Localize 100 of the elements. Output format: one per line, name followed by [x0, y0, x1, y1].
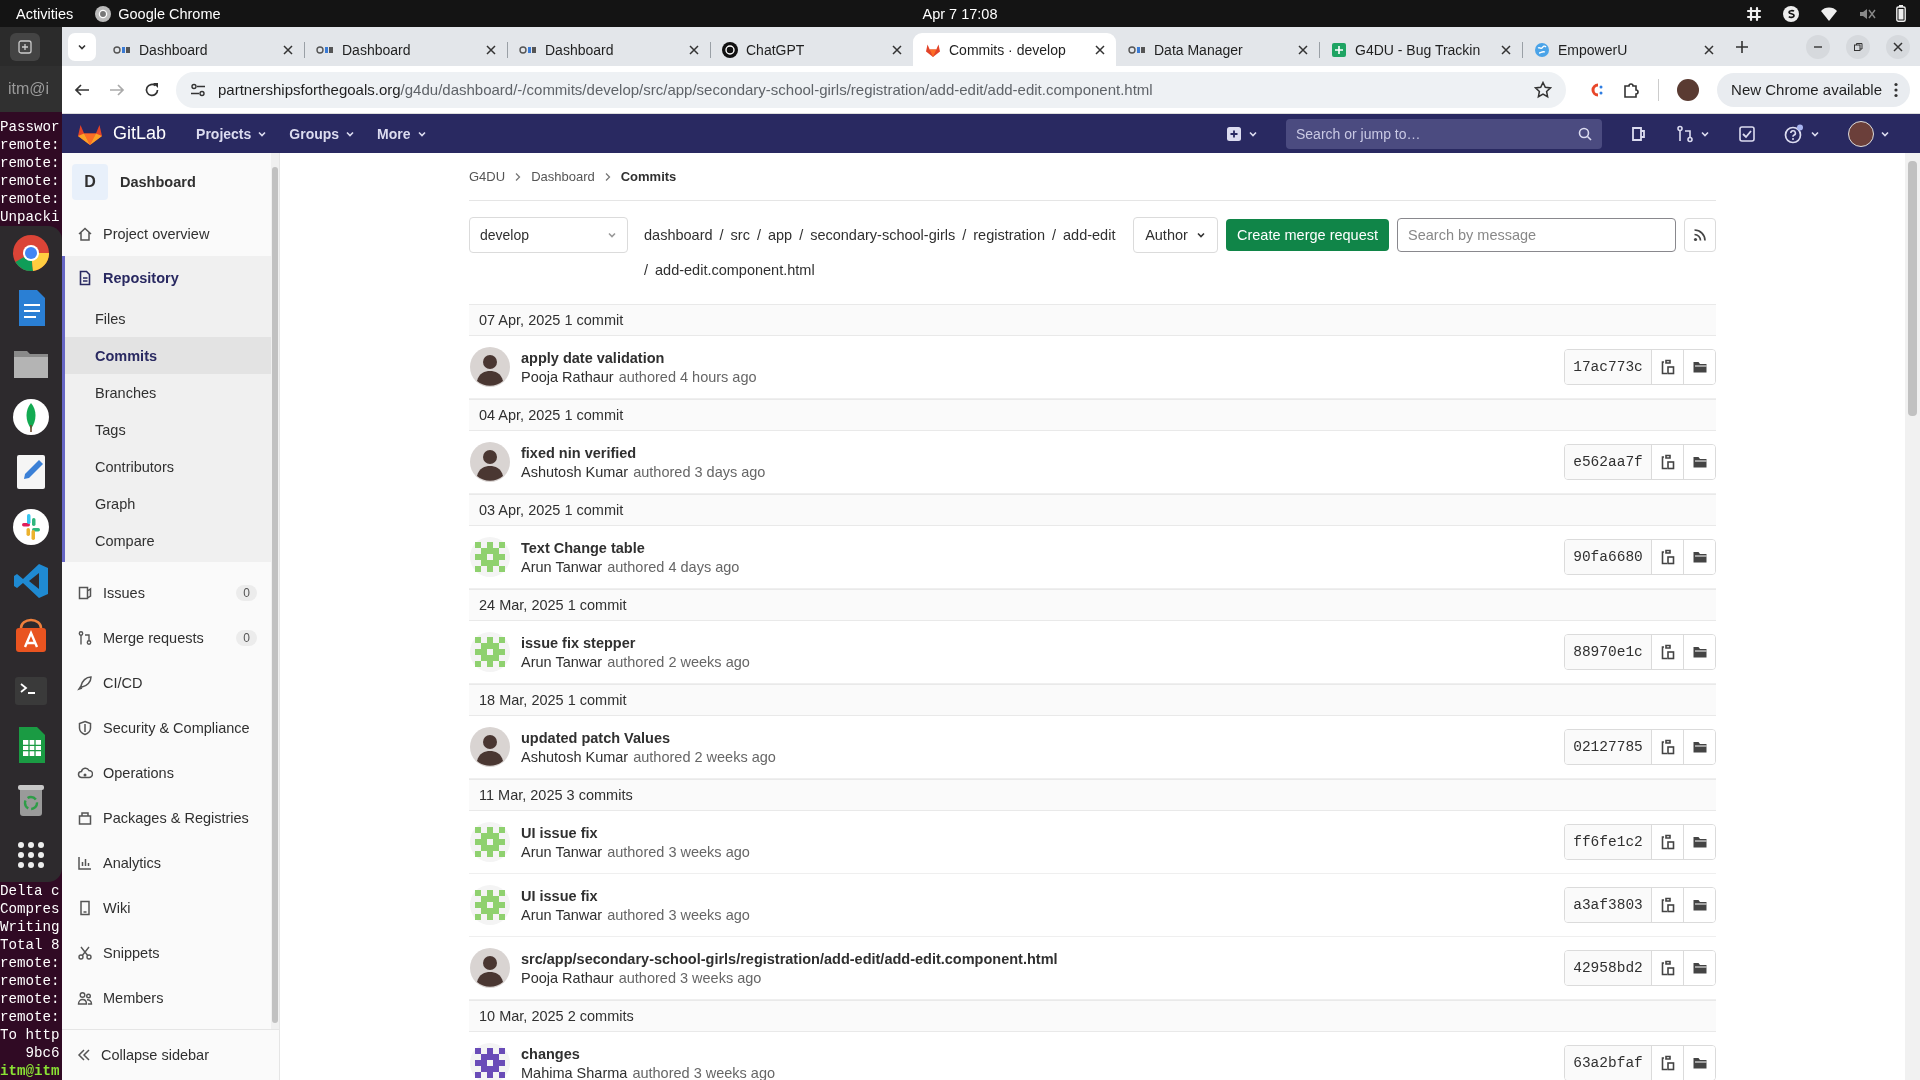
- author-link[interactable]: Arun Tanwar: [521, 907, 603, 923]
- star-icon[interactable]: [1534, 80, 1553, 99]
- breadcrumb-link[interactable]: Dashboard: [531, 169, 595, 184]
- author-link[interactable]: Ashutosh Kumar: [521, 464, 629, 480]
- commit-sha[interactable]: 88970e1c: [1565, 635, 1651, 669]
- browse-files-button[interactable]: [1683, 445, 1715, 479]
- commit-title[interactable]: changes: [521, 1046, 1553, 1062]
- nav-menu[interactable]: Groups: [289, 125, 356, 142]
- sidebar-item[interactable]: Wiki: [62, 885, 271, 930]
- commit-title[interactable]: updated patch Values: [521, 730, 1553, 746]
- search-field[interactable]: Search or jump to…: [1286, 118, 1602, 149]
- sidebar-subitem[interactable]: Files: [65, 300, 271, 337]
- browse-files-button[interactable]: [1683, 1046, 1715, 1080]
- author-link[interactable]: Pooja Rathaur: [521, 369, 614, 385]
- search-icon[interactable]: [1578, 126, 1592, 141]
- merge-requests-button[interactable]: [1676, 124, 1710, 143]
- commit-title[interactable]: Text Change table: [521, 540, 1553, 556]
- checklist-icon[interactable]: [1738, 124, 1756, 143]
- browse-files-button[interactable]: [1683, 888, 1715, 922]
- scrollbar-thumb[interactable]: [272, 167, 278, 1023]
- author-dropdown[interactable]: Author: [1133, 217, 1218, 253]
- sidebar-item[interactable]: Operations: [62, 750, 271, 795]
- breadcrumb-link[interactable]: G4DU: [469, 169, 506, 184]
- commit-sha[interactable]: a3af3803: [1565, 888, 1651, 922]
- minimize-button[interactable]: [1806, 34, 1830, 59]
- puzzle-icon[interactable]: [1622, 80, 1641, 99]
- path-link[interactable]: add-edit.component.html: [655, 259, 815, 281]
- create-merge-request-button[interactable]: Create merge request: [1226, 219, 1389, 251]
- sidebar-item[interactable]: CI/CD: [62, 660, 271, 705]
- project-name[interactable]: Dashboard: [120, 174, 196, 190]
- close-icon[interactable]: [1094, 43, 1106, 56]
- path-link[interactable]: dashboard: [644, 224, 713, 246]
- sidebar-item[interactable]: Project overview: [62, 211, 271, 256]
- sidebar-item[interactable]: Snippets: [62, 930, 271, 975]
- breadcrumb-link[interactable]: Commits: [620, 169, 677, 184]
- sidebar-item[interactable]: Merge requests 0: [62, 615, 271, 660]
- new-tab-icon[interactable]: [1735, 39, 1749, 54]
- browser-tab[interactable]: Dashboard: [304, 33, 507, 66]
- todo-icon[interactable]: [1630, 124, 1648, 143]
- browser-tab[interactable]: Commits · develop: [913, 33, 1116, 66]
- path-link[interactable]: app: [767, 224, 793, 246]
- browse-files-button[interactable]: [1683, 825, 1715, 859]
- path-link[interactable]: registration: [973, 224, 1045, 246]
- activities-button[interactable]: Activities: [16, 5, 74, 22]
- sidebar-item[interactable]: Issues 0: [62, 570, 271, 615]
- commit-title[interactable]: fixed nin verified: [521, 445, 1553, 461]
- close-icon[interactable]: [1297, 43, 1309, 56]
- close-icon[interactable]: [485, 43, 497, 56]
- new-tab-button[interactable]: [10, 32, 40, 61]
- browser-tab[interactable]: Data Manager: [1116, 33, 1319, 66]
- commit-sha[interactable]: e562aa7f: [1565, 445, 1651, 479]
- rss-button[interactable]: [1684, 218, 1716, 252]
- nav-menu[interactable]: Projects: [196, 125, 268, 142]
- sidebar-item[interactable]: Analytics: [62, 840, 271, 885]
- author-link[interactable]: Arun Tanwar: [521, 559, 603, 575]
- browse-files-button[interactable]: [1683, 540, 1715, 574]
- close-icon[interactable]: [282, 43, 294, 56]
- profile-avatar[interactable]: [1677, 78, 1700, 101]
- commit-sha[interactable]: 63a2bfaf: [1565, 1046, 1651, 1080]
- collapse-sidebar-button[interactable]: Collapse sidebar: [62, 1029, 279, 1080]
- author-link[interactable]: Pooja Rathaur: [521, 970, 614, 986]
- path-link[interactable]: src: [730, 224, 750, 246]
- author-link[interactable]: Ashutosh Kumar: [521, 749, 629, 765]
- close-icon[interactable]: [688, 43, 700, 56]
- update-button[interactable]: New Chrome available: [1717, 72, 1910, 107]
- branch-dropdown[interactable]: develop: [469, 217, 628, 253]
- browser-icon[interactable]: [95, 5, 112, 22]
- sidebar-item[interactable]: Members: [62, 975, 271, 1020]
- author-link[interactable]: Arun Tanwar: [521, 844, 603, 860]
- commit-sha[interactable]: ff6fe1c2: [1565, 825, 1651, 859]
- sidebar-subitem[interactable]: Tags: [65, 411, 271, 448]
- browse-files-button[interactable]: [1683, 350, 1715, 384]
- sidebar-item[interactable]: Repository: [65, 256, 271, 300]
- battery-icon[interactable]: [1896, 5, 1906, 22]
- nav-menu[interactable]: More: [377, 125, 427, 142]
- site-info-icon[interactable]: [190, 81, 206, 98]
- author-link[interactable]: Mahima Sharma: [521, 1065, 628, 1080]
- browser-icon[interactable]: [11, 233, 51, 274]
- path-link[interactable]: add-edit: [1063, 224, 1116, 246]
- close-icon[interactable]: [1703, 43, 1715, 56]
- wifi-icon[interactable]: [1820, 5, 1838, 22]
- commit-sha[interactable]: 42958bd2: [1565, 951, 1651, 985]
- leaf-icon[interactable]: [11, 397, 51, 438]
- close-button[interactable]: [1886, 34, 1910, 59]
- sidebar-item[interactable]: Packages & Registries: [62, 795, 271, 840]
- commit-title[interactable]: src/app/secondary-school-girls/registration/add-edit/add-edit.component.html: [521, 951, 1553, 967]
- scrollbar-thumb[interactable]: [1908, 161, 1917, 416]
- user-menu-button[interactable]: [1848, 120, 1890, 147]
- address-field[interactable]: partnershipsforthegoals.org/g4du/dashboard/-/commits/develop/src/app/secondary-school-girls/registration/add-edit/add-edit.component.html: [176, 71, 1567, 108]
- clock[interactable]: Apr 7 17:08: [922, 5, 998, 22]
- sidebar-item[interactable]: Security & Compliance: [62, 705, 271, 750]
- browser-tab[interactable]: Dashboard: [101, 33, 304, 66]
- sidebar-subitem[interactable]: Compare: [65, 522, 271, 559]
- close-icon[interactable]: [1892, 40, 1904, 53]
- hash-icon[interactable]: [1746, 5, 1762, 22]
- pinwheel-icon[interactable]: [11, 506, 51, 547]
- status-icon[interactable]: [1782, 4, 1800, 23]
- commit-sha[interactable]: 02127785: [1565, 730, 1651, 764]
- sidebar-subitem[interactable]: Commits: [65, 337, 271, 374]
- browse-files-button[interactable]: [1683, 730, 1715, 764]
